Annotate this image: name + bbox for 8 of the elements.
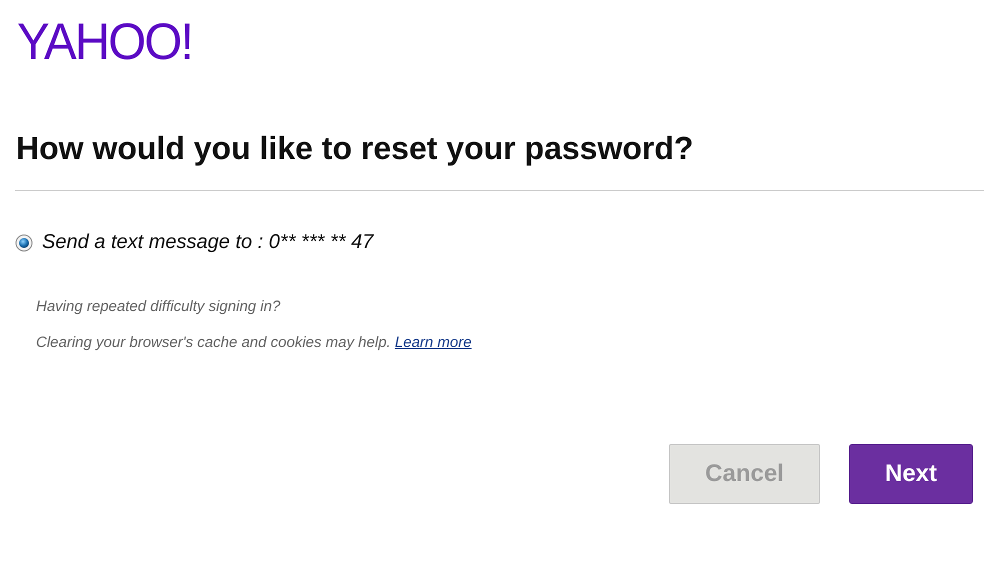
- option-label: Send a text message to : 0** *** ** 47: [42, 231, 374, 254]
- help-question: Having repeated difficulty signing in?: [36, 298, 282, 316]
- help-text: Clearing your browser's cache and cookies may help. Learn more: [36, 334, 473, 352]
- yahoo-logo: YAHOO!: [17, 12, 192, 72]
- radio-button[interactable]: [15, 234, 33, 252]
- page-heading: How would you like to reset your password?: [16, 129, 694, 168]
- learn-more-link[interactable]: Learn more: [394, 334, 472, 351]
- next-button[interactable]: Next: [849, 444, 973, 504]
